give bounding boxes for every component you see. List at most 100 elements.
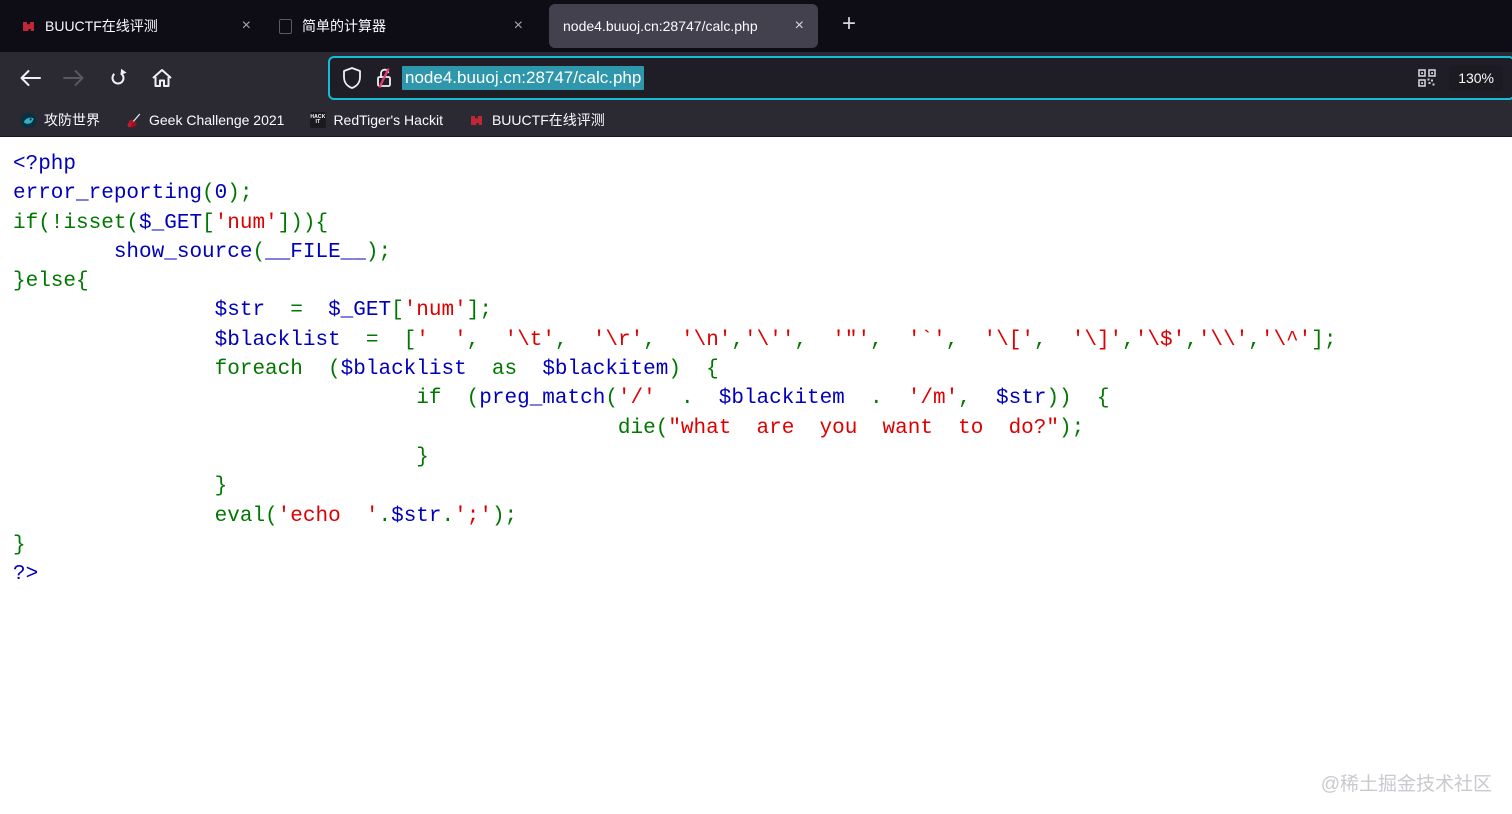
tab-title: node4.buuoj.cn:28747/calc.php bbox=[563, 18, 758, 34]
code-segment: , bbox=[1248, 328, 1261, 352]
code-segment: ); bbox=[1058, 416, 1085, 440]
bookmark-redtiger[interactable]: HACK IT RedTiger's Hackit bbox=[305, 110, 447, 131]
code-segment: foreach ( bbox=[13, 358, 341, 382]
code-line: }else{ bbox=[13, 267, 1512, 296]
zoom-level-badge[interactable]: 130% bbox=[1449, 65, 1503, 91]
code-segment: } bbox=[13, 445, 429, 469]
code-segment: [ bbox=[391, 299, 404, 323]
tab-bar: BUUCTF在线评测 × 简单的计算器 × node4.buuoj.cn:287… bbox=[0, 0, 1512, 52]
code-segment: ]; bbox=[466, 299, 492, 323]
code-line: if (preg_match('/' . $blackitem . '/m', … bbox=[13, 384, 1512, 413]
back-button[interactable] bbox=[12, 60, 48, 96]
code-segment: ( bbox=[605, 387, 618, 411]
code-segment: show_source bbox=[113, 240, 253, 264]
browser-window: BUUCTF在线评测 × 简单的计算器 × node4.buuoj.cn:287… bbox=[0, 0, 1512, 814]
code-segment: if ( bbox=[13, 387, 480, 411]
code-segment: '\^' bbox=[1260, 328, 1312, 352]
code-line: ?> bbox=[13, 560, 1512, 589]
tab-calculator[interactable]: 简单的计算器 × bbox=[265, 4, 537, 48]
bookmark-geek-challenge[interactable]: Geek Challenge 2021 bbox=[121, 110, 288, 131]
code-segment: $_GET bbox=[139, 211, 203, 235]
code-segment: preg_match bbox=[479, 387, 606, 411]
code-segment: $_GET bbox=[328, 299, 392, 323]
code-line: show_source(__FILE__); bbox=[13, 238, 1512, 267]
code-line: error_reporting(0); bbox=[13, 179, 1512, 208]
code-segment: )) { bbox=[1046, 387, 1110, 411]
code-segment: 0 bbox=[214, 182, 228, 206]
code-segment: , bbox=[870, 328, 908, 352]
tab-calc-php-active[interactable]: node4.buuoj.cn:28747/calc.php × bbox=[549, 4, 818, 48]
code-segment: , bbox=[1033, 328, 1072, 352]
code-segment: '\'' bbox=[744, 328, 795, 352]
code-line: } bbox=[13, 531, 1512, 560]
code-segment: '\\' bbox=[1197, 328, 1249, 352]
code-segment: } bbox=[13, 533, 26, 557]
code-line: foreach ($blacklist as $blackitem) { bbox=[13, 355, 1512, 384]
url-bar[interactable]: node4.buuoj.cn:28747/calc.php 130% bbox=[328, 56, 1512, 100]
flower-pin-icon bbox=[125, 112, 142, 129]
qr-code-icon[interactable] bbox=[1418, 69, 1436, 87]
bookmark-buuctf[interactable]: BUUCTF在线评测 bbox=[464, 108, 609, 132]
code-segment: }else{ bbox=[13, 270, 89, 294]
reload-button[interactable] bbox=[100, 60, 136, 96]
code-segment: '\$' bbox=[1134, 328, 1186, 352]
hack-it-badge-icon: HACK IT bbox=[309, 112, 326, 129]
code-line: $str = $_GET['num']; bbox=[13, 296, 1512, 325]
code-segment: = [ bbox=[340, 328, 417, 352]
code-segment: , bbox=[466, 328, 505, 352]
tab-close-icon[interactable]: × bbox=[791, 16, 808, 36]
code-segment: , bbox=[1185, 328, 1198, 352]
bookmark-label: Geek Challenge 2021 bbox=[149, 112, 285, 128]
buuctf-favicon-icon bbox=[20, 18, 37, 35]
new-tab-button[interactable]: + bbox=[836, 12, 862, 40]
code-segment: '\n' bbox=[681, 328, 732, 352]
code-segment: ); bbox=[491, 504, 518, 528]
tab-close-icon[interactable]: × bbox=[238, 16, 255, 36]
code-segment: , bbox=[1122, 328, 1135, 352]
code-segment: } bbox=[13, 475, 228, 499]
code-segment: , bbox=[643, 328, 681, 352]
bookmark-label: BUUCTF在线评测 bbox=[491, 112, 605, 128]
insecure-lock-icon[interactable] bbox=[374, 67, 394, 89]
code-segment: $str bbox=[391, 504, 442, 528]
watermark: @稀土掘金技术社区 bbox=[1320, 774, 1492, 795]
code-segment: <?php bbox=[13, 153, 77, 176]
url-text-selected[interactable]: node4.buuoj.cn:28747/calc.php bbox=[402, 66, 645, 90]
code-segment: 'num' bbox=[214, 211, 278, 235]
code-segment: "what are you want to do?" bbox=[668, 416, 1059, 440]
tab-close-icon[interactable]: × bbox=[510, 16, 527, 36]
shield-icon[interactable] bbox=[342, 67, 362, 89]
tab-title: 简单的计算器 bbox=[302, 18, 386, 34]
code-segment: __FILE__ bbox=[265, 240, 366, 264]
bookmark-label: RedTiger's Hackit bbox=[333, 112, 443, 128]
buuctf-favicon-icon bbox=[468, 112, 485, 129]
code-segment: , bbox=[945, 328, 984, 352]
code-segment: ]; bbox=[1311, 328, 1337, 352]
code-segment: [ bbox=[202, 211, 215, 235]
code-segment: $blacklist bbox=[214, 328, 341, 352]
code-segment: $blackitem bbox=[542, 358, 669, 382]
code-segment: error_reporting bbox=[13, 182, 203, 206]
code-segment: . bbox=[378, 504, 392, 528]
code-segment: '\t' bbox=[504, 328, 555, 352]
code-segment: ( bbox=[252, 240, 266, 264]
code-segment: ';' bbox=[454, 504, 492, 528]
code-segment: '`' bbox=[907, 328, 946, 352]
home-button[interactable] bbox=[144, 60, 180, 96]
code-line: eval('echo '.$str.';'); bbox=[13, 502, 1512, 531]
bookmark-adworld[interactable]: 攻防世界 bbox=[16, 108, 104, 132]
code-segment: as bbox=[466, 358, 543, 382]
code-segment: , bbox=[731, 328, 745, 352]
code-segment: . bbox=[655, 387, 719, 411]
code-segment: , bbox=[554, 328, 593, 352]
code-line: die("what are you want to do?"); bbox=[13, 414, 1512, 443]
forward-button[interactable] bbox=[56, 60, 92, 96]
navigation-toolbar: node4.buuoj.cn:28747/calc.php 130% bbox=[0, 52, 1512, 104]
code-segment: $blackitem bbox=[718, 387, 845, 411]
code-segment: $str bbox=[214, 299, 266, 323]
code-segment: '\[' bbox=[983, 328, 1034, 352]
code-segment: ); bbox=[365, 240, 392, 264]
tab-buuctf[interactable]: BUUCTF在线评测 × bbox=[8, 4, 265, 48]
code-segment: ' ' bbox=[416, 328, 467, 352]
